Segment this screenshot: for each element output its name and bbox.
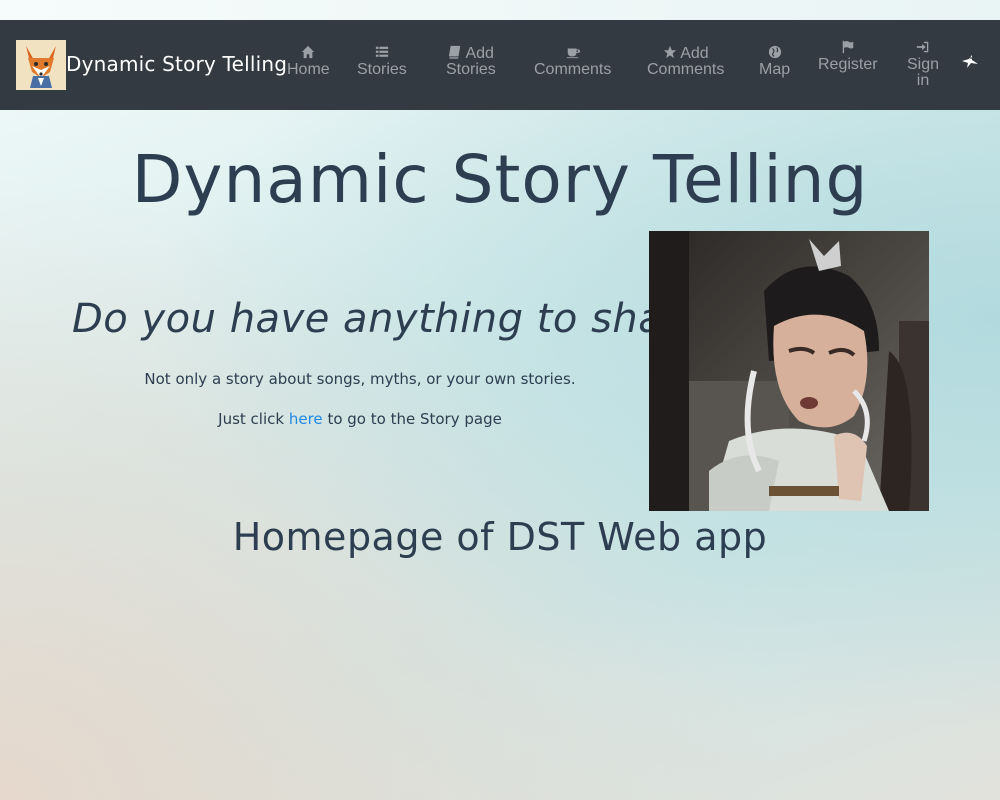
nav-item-sign-in[interactable]: Sign in [907, 40, 939, 89]
nav-label-add2: Add [680, 45, 709, 62]
sign-in-icon [916, 40, 930, 54]
nav-label-add: Add [465, 45, 494, 62]
share-heading: Do you have anything to share ? [72, 296, 741, 342]
nav-item-comments[interactable]: Comments [534, 45, 611, 78]
cta-suffix: to go to the Story page [327, 410, 502, 428]
nav-item-map[interactable]: Map [759, 45, 790, 78]
nav-item-stories[interactable]: Stories [357, 45, 407, 78]
list-icon [375, 45, 389, 59]
nav-label-stories: Stories [357, 61, 407, 78]
nav-label-home: Home [287, 61, 330, 78]
nav-item-home[interactable]: Home [287, 45, 330, 78]
star-icon [663, 45, 677, 59]
page-title: Dynamic Story Telling [131, 141, 869, 218]
nav-label-map: Map [759, 61, 791, 78]
hero-image [649, 231, 929, 511]
flag-icon [841, 40, 855, 54]
globe-icon [768, 45, 782, 59]
navbar: Dynamic Story Telling Home Stories Add S… [0, 20, 1000, 110]
nav-label-add-stories: Stories [446, 61, 496, 78]
nav-label-comments: Comments [534, 61, 612, 78]
nav-label-add-comments: Comments [647, 61, 725, 78]
home-icon [301, 45, 315, 59]
nav-label-register: Register [818, 56, 878, 73]
cta-line: Just click here to go to the Story page [60, 410, 660, 428]
nav-label-sign: Sign [907, 56, 940, 73]
homepage-heading: Homepage of DST Web app [232, 515, 768, 559]
book-icon [448, 45, 462, 59]
coffee-icon [566, 45, 580, 59]
top-strip [0, 0, 1000, 20]
here-link[interactable]: here [289, 410, 323, 428]
subtitle-text: Not only a story about songs, myths, or … [144, 370, 576, 388]
fox-logo-icon[interactable] [16, 40, 66, 90]
nav-item-add-stories[interactable]: Add Stories [446, 45, 496, 78]
nav-item-add-comments[interactable]: Add Comments [647, 45, 724, 78]
brand-title[interactable]: Dynamic Story Telling [66, 52, 287, 76]
nav-item-register[interactable]: Register [818, 40, 878, 73]
bird-icon[interactable] [960, 52, 980, 72]
nav-label-in: in [916, 72, 930, 89]
cta-prefix: Just click [218, 410, 285, 428]
